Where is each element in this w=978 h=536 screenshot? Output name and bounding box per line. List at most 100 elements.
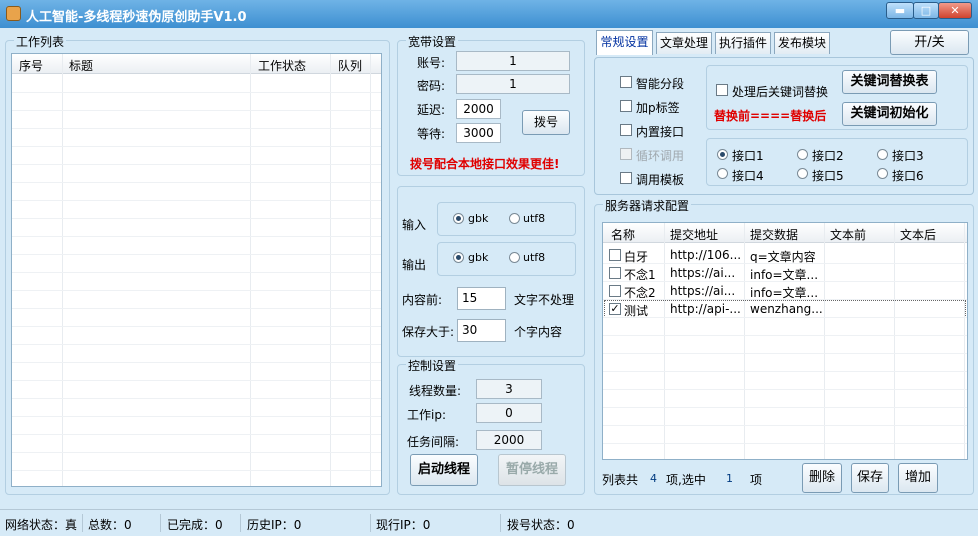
list-total-suffix: 项 [750,473,763,487]
list-total-mid: 项,选中 [666,473,706,487]
port1-radio[interactable] [717,149,728,160]
server-row-checkbox[interactable]: ✓ [609,303,621,315]
delay-field[interactable]: 2000 [456,99,501,119]
delay-label: 延迟: [417,103,446,117]
builtin-api-label: 内置接口 [636,125,685,139]
col-queue[interactable]: 队列 [338,57,362,74]
server-table-header: 名称 提交地址 提交数据 文本前 文本后 [603,223,967,243]
output-gbk-label: gbk [468,251,489,264]
work-ip-field[interactable]: 0 [476,403,542,423]
keyword-init-button[interactable]: 关键词初始化 [842,102,937,126]
col-index[interactable]: 序号 [19,57,43,74]
dial-button[interactable]: 拨号 [522,110,570,135]
port5-radio[interactable] [797,168,808,179]
add-button[interactable]: 增加 [898,463,938,493]
broadband-title: 宽带设置 [406,33,459,50]
minimize-button[interactable]: ▬ [886,2,914,19]
input-gbk-label: gbk [468,212,489,225]
col-after[interactable]: 文本后 [900,226,936,243]
maximize-icon: □ [920,4,932,17]
input-gbk-radio[interactable] [453,213,464,224]
list-total-prefix: 列表共 [602,473,639,487]
save-larger-suffix: 个字内容 [514,325,563,339]
port3-radio[interactable] [877,149,888,160]
work-ip-label: 工作ip: [407,408,446,422]
window-title: 人工智能-多线程秒速伪原创助手V1.0 [26,10,247,25]
server-cell-url: http://api-... [670,302,741,316]
output-gbk-radio[interactable] [453,252,464,263]
work-list-table[interactable]: 序号 标题 工作状态 队列 [11,53,382,487]
dial-hint: 拨号配合本地接口效果更佳! [410,157,560,171]
smart-paragraph-checkbox[interactable] [620,76,632,88]
col-title[interactable]: 标题 [69,57,93,74]
server-config-title: 服务器请求配置 [603,197,692,214]
output-label: 输出 [402,258,427,272]
content-before-label: 内容前: [402,293,443,307]
interval-label: 任务间隔: [407,435,460,449]
use-template-label: 调用模板 [636,173,685,187]
port6-radio[interactable] [877,168,888,179]
keyword-replace-checkbox[interactable] [716,84,728,96]
builtin-api-checkbox[interactable] [620,124,632,136]
add-p-tag-label: 加p标签 [636,101,680,115]
close-button[interactable]: ✕ [938,2,972,19]
input-utf8-radio[interactable] [509,213,520,224]
password-label: 密码: [417,79,446,93]
replace-hint: 替换前====替换后 [714,109,827,123]
port2-radio[interactable] [797,149,808,160]
save-larger-field[interactable]: 30 [457,319,506,342]
loop-call-label: 循环调用 [636,149,685,163]
threads-label: 线程数量: [409,384,462,398]
server-row-checkbox[interactable] [609,267,621,279]
save-button[interactable]: 保存 [851,463,889,493]
keyword-table-button[interactable]: 关键词替换表 [842,70,937,94]
pause-threads-button[interactable]: 暂停线程 [498,454,566,486]
list-total-count: 4 [650,472,657,485]
col-status[interactable]: 工作状态 [258,57,306,74]
title-bar: 人工智能-多线程秒速伪原创助手V1.0 ▬ □ ✕ [0,0,978,28]
threads-field[interactable]: 3 [476,379,542,399]
tab-article[interactable]: 文章处理 [656,32,712,54]
port1-label: 接口1 [732,149,764,163]
interval-field[interactable]: 2000 [476,430,542,450]
delete-button[interactable]: 删除 [802,463,842,493]
close-icon: ✕ [950,4,960,17]
port5-label: 接口5 [812,169,844,183]
tab-plugins[interactable]: 执行插件 [715,32,771,54]
server-row-checkbox[interactable] [609,285,621,297]
maximize-button[interactable]: □ [913,2,939,19]
col-data[interactable]: 提交数据 [750,226,798,243]
content-before-field[interactable]: 15 [457,287,506,310]
work-list-header: 序号 标题 工作状态 队列 [12,54,381,74]
server-row-checkbox[interactable] [609,249,621,261]
account-field[interactable]: 1 [456,51,570,71]
input-label: 输入 [402,218,427,232]
port6-label: 接口6 [892,169,924,183]
app-icon [6,6,21,21]
use-template-checkbox[interactable] [620,172,632,184]
add-p-tag-checkbox[interactable] [620,100,632,112]
col-url[interactable]: 提交地址 [670,226,718,243]
tab-general[interactable]: 常规设置 [596,30,653,55]
status-network: 网络状态：真 [5,518,78,532]
port3-label: 接口3 [892,149,924,163]
server-cell-url: https://ai... [670,284,736,298]
minimize-icon: ▬ [894,4,906,17]
port4-radio[interactable] [717,168,728,179]
tab-publish[interactable]: 发布模块 [774,32,830,54]
account-label: 账号: [417,56,446,70]
start-threads-button[interactable]: 启动线程 [410,454,478,486]
col-name[interactable]: 名称 [611,226,635,243]
smart-paragraph-label: 智能分段 [636,77,685,91]
work-list-title: 工作列表 [14,33,67,50]
output-utf8-radio[interactable] [509,252,520,263]
loop-call-checkbox[interactable] [620,148,632,160]
port4-label: 接口4 [732,169,764,183]
wait-label: 等待: [417,127,446,141]
list-selected-count: 1 [726,472,733,485]
password-field[interactable]: 1 [456,74,570,94]
wait-field[interactable]: 3000 [456,123,501,143]
content-before-suffix: 文字不处理 [514,293,575,307]
toggle-button[interactable]: 开/关 [890,30,969,55]
col-before[interactable]: 文本前 [830,226,866,243]
